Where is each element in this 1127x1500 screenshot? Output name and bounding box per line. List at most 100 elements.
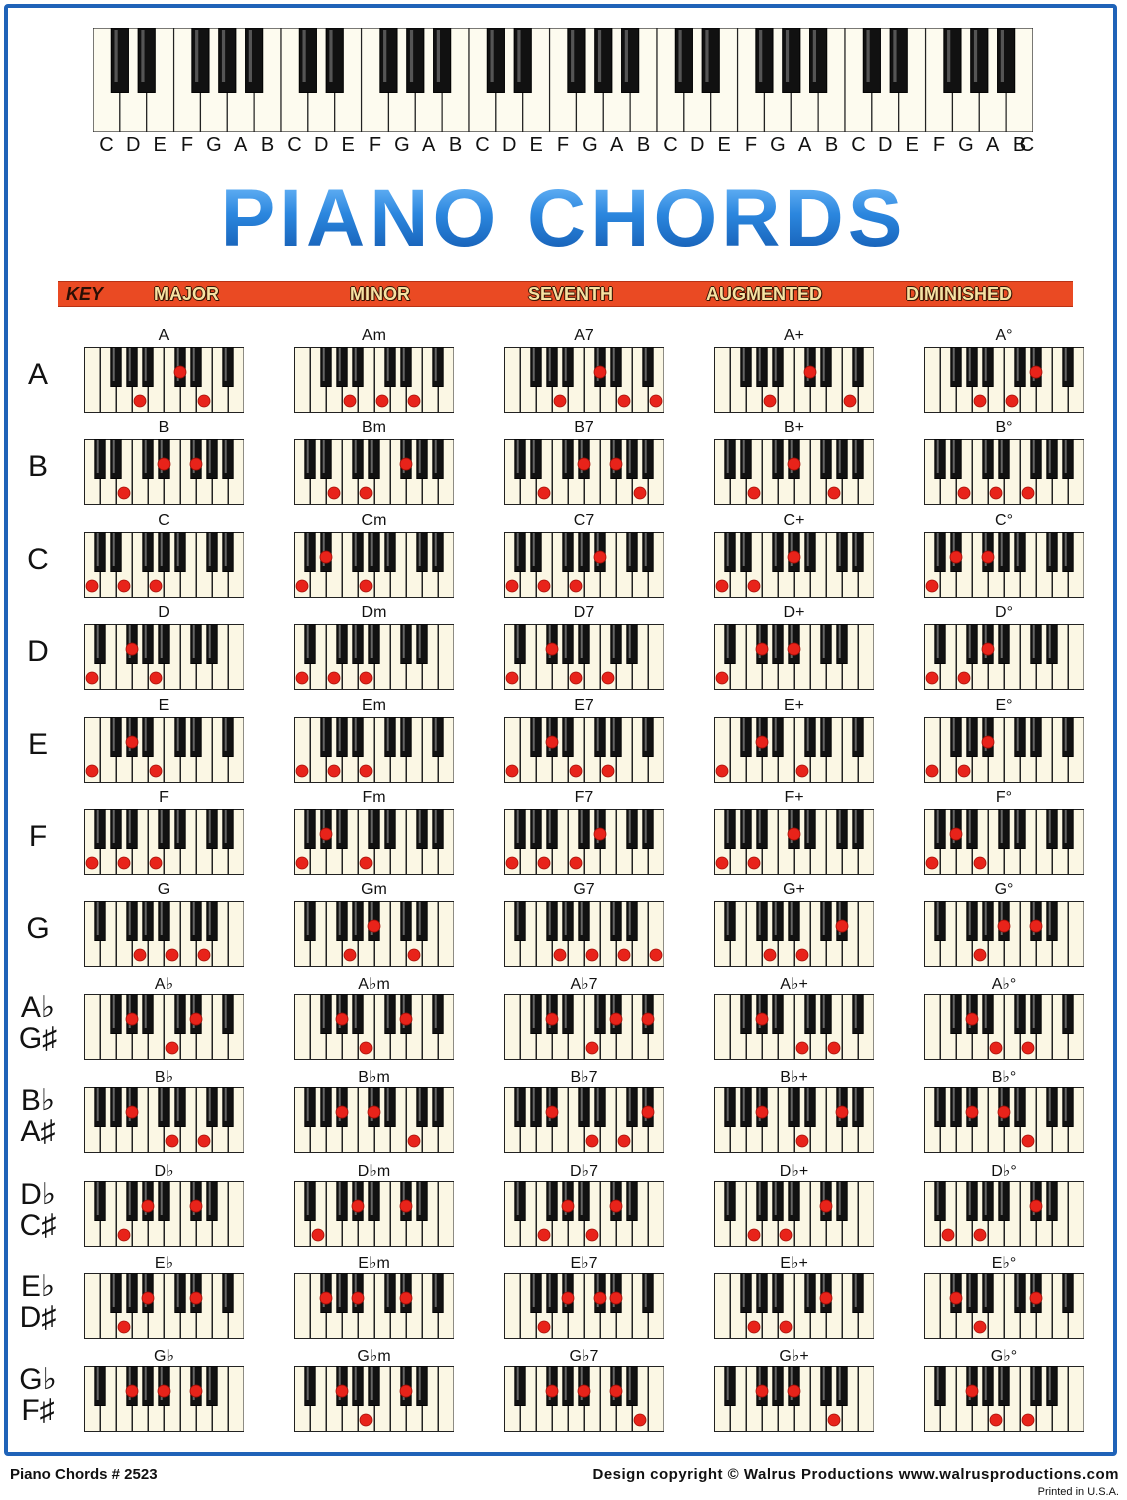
black-key-shine (1064, 810, 1067, 843)
black-key (756, 809, 768, 849)
chord-note-dot (965, 1384, 979, 1398)
black-key-shine (402, 902, 405, 935)
black-key-shine (434, 533, 437, 566)
black-key (950, 439, 962, 479)
black-key (142, 994, 154, 1034)
black-key (966, 1273, 978, 1313)
black-key-shine (628, 440, 631, 473)
black-key-shine (532, 440, 535, 473)
black-key (1014, 1273, 1026, 1313)
black-key-shine (936, 440, 939, 473)
black-key (934, 1366, 946, 1406)
chord-keyboard (294, 717, 454, 783)
chord-name: F+ (784, 789, 804, 806)
chord-note-dot (359, 579, 373, 593)
black-key (578, 624, 590, 664)
chord-name: F7 (574, 789, 594, 806)
chord-note-dot (85, 579, 99, 593)
black-key-shine (418, 1367, 421, 1400)
row-key-primary: D♭ (20, 1178, 56, 1211)
black-key (126, 347, 138, 387)
black-key-shine (96, 440, 99, 473)
chord-keyboard (714, 1181, 874, 1247)
chord-note-dot (537, 1228, 551, 1242)
black-key-shine (112, 533, 115, 566)
chord-note-dot (537, 856, 551, 870)
black-key (1014, 994, 1026, 1034)
chord-note-dot (617, 1134, 631, 1148)
chord-note-dot (165, 948, 179, 962)
black-key (578, 1087, 590, 1127)
black-key (1030, 1366, 1042, 1406)
black-key-shine (128, 810, 131, 843)
black-key (206, 1087, 218, 1127)
row-key-label: A (8, 359, 68, 391)
chord-note-dot (1021, 1041, 1035, 1055)
black-key-shine (434, 810, 437, 843)
black-key (94, 901, 106, 941)
chord-note-dot (609, 1012, 623, 1026)
chord-note-dot (577, 457, 591, 471)
black-key-shine (192, 348, 195, 381)
chord-name: Fm (362, 789, 386, 806)
chord-note-dot (973, 394, 987, 408)
chord-note-dot (609, 1384, 623, 1398)
black-key (336, 717, 348, 757)
white-key (1068, 901, 1084, 967)
black-key-shine (418, 625, 421, 658)
black-key (934, 624, 946, 664)
chord-note-dot (949, 827, 963, 841)
black-key-shine (774, 902, 777, 935)
chord-note-dot (399, 1012, 413, 1026)
black-key (206, 532, 218, 572)
black-key-shine (580, 810, 583, 843)
white-key (858, 1181, 874, 1247)
black-key (352, 717, 364, 757)
black-key (206, 1181, 218, 1221)
black-key-shine (1016, 348, 1019, 381)
chord-note-dot (779, 1228, 793, 1242)
chord-name: B♭7 (570, 1069, 598, 1086)
black-key (110, 532, 122, 572)
black-key-shine (386, 1274, 389, 1307)
black-key (1046, 809, 1058, 849)
chord-name: G♭+ (779, 1348, 809, 1365)
black-key-shine (1048, 1088, 1051, 1121)
black-key (852, 439, 864, 479)
chord-note-dot (835, 919, 849, 933)
black-key (950, 347, 962, 387)
black-key (1046, 901, 1058, 941)
black-key-shine (176, 995, 179, 1028)
chord-note-dot (1005, 394, 1019, 408)
black-key (966, 901, 978, 941)
black-key (174, 809, 186, 849)
black-key (934, 1087, 946, 1127)
black-key (384, 347, 396, 387)
black-key-shine (936, 1367, 939, 1400)
chord-note-dot (763, 394, 777, 408)
black-key-shine (984, 348, 987, 381)
row-key-primary: B (27, 450, 48, 483)
black-key (336, 624, 348, 664)
black-key-shine (144, 902, 147, 935)
chord-note-dot (537, 579, 551, 593)
black-key (626, 624, 638, 664)
black-key-shine (338, 1182, 341, 1215)
chord-keyboard (714, 624, 874, 690)
black-key-shine (516, 1182, 519, 1215)
black-key-shine (644, 1274, 647, 1307)
chord-note-dot (755, 735, 769, 749)
row-key-primary: F (28, 820, 48, 853)
black-key (142, 1366, 154, 1406)
black-key-shine (160, 810, 163, 843)
black-key (158, 624, 170, 664)
chord-note-dot (545, 1105, 559, 1119)
chord-name: D♭m (357, 1163, 391, 1180)
black-key (400, 624, 412, 664)
chord-note-dot (505, 764, 519, 778)
chord-note-dot (165, 1134, 179, 1148)
chord-note-dot (407, 948, 421, 962)
black-key-shine (418, 440, 421, 473)
black-key-shine (822, 440, 825, 473)
black-key (852, 532, 864, 572)
